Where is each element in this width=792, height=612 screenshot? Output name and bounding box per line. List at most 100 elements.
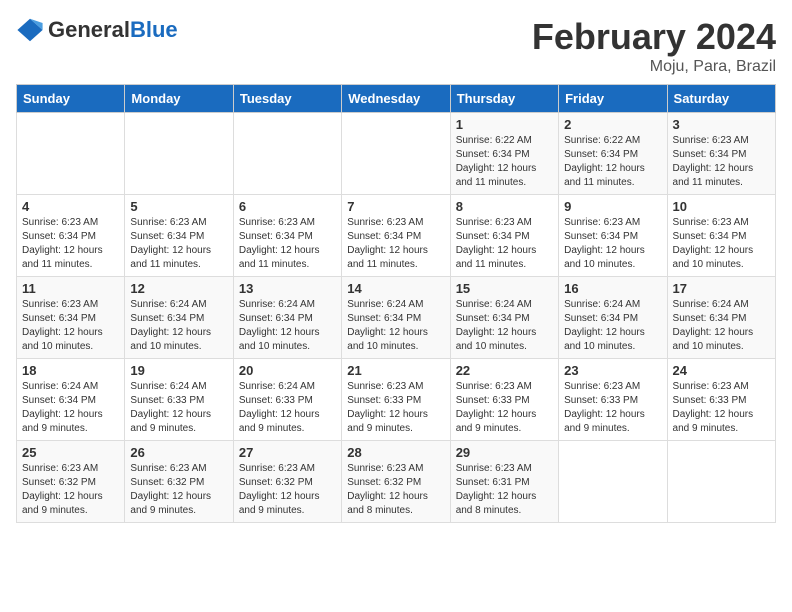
calendar-cell: 27 Sunrise: 6:23 AM Sunset: 6:32 PM Dayli… xyxy=(233,441,341,523)
day-info: Sunrise: 6:24 AM Sunset: 6:33 PM Dayligh… xyxy=(130,380,227,436)
calendar-cell xyxy=(17,113,125,195)
day-info: Sunrise: 6:23 AM Sunset: 6:34 PM Dayligh… xyxy=(130,216,227,272)
day-number: 4 xyxy=(22,199,119,214)
day-info: Sunrise: 6:22 AM Sunset: 6:34 PM Dayligh… xyxy=(564,134,661,190)
calendar-cell: 12Sunrise: 6:24 AM Sunset: 6:34 PM Dayli… xyxy=(125,277,233,359)
day-info: Sunrise: 6:24 AM Sunset: 6:34 PM Dayligh… xyxy=(130,298,227,354)
calendar-cell: 1 Sunrise: 6:22 AM Sunset: 6:34 PM Daylig… xyxy=(450,113,558,195)
day-number: 29 xyxy=(456,445,553,460)
month-year-title: February 2024 xyxy=(532,16,776,58)
day-number: 10 xyxy=(673,199,770,214)
calendar-cell: 29Sunrise: 6:23 AM Sunset: 6:31 PM Dayli… xyxy=(450,441,558,523)
day-info: Sunrise: 6:23 AM Sunset: 6:34 PM Dayligh… xyxy=(564,216,661,272)
day-number: 21 xyxy=(347,363,444,378)
calendar-cell: 21 Sunrise: 6:23 AM Sunset: 6:33 PM Dayli… xyxy=(342,359,450,441)
week-row-1: 1 Sunrise: 6:22 AM Sunset: 6:34 PM Daylig… xyxy=(17,113,776,195)
day-number: 15 xyxy=(456,281,553,296)
day-number: 2 xyxy=(564,117,661,132)
logo-icon xyxy=(16,16,44,44)
day-info: Sunrise: 6:23 AM Sunset: 6:34 PM Dayligh… xyxy=(22,298,119,354)
day-number: 22 xyxy=(456,363,553,378)
day-number: 7 xyxy=(347,199,444,214)
calendar-cell: 18 Sunrise: 6:24 AM Sunset: 6:34 PM Dayli… xyxy=(17,359,125,441)
calendar-cell: 2 Sunrise: 6:22 AM Sunset: 6:34 PM Daylig… xyxy=(559,113,667,195)
day-info: Sunrise: 6:23 AM Sunset: 6:34 PM Dayligh… xyxy=(673,216,770,272)
day-info: Sunrise: 6:24 AM Sunset: 6:34 PM Dayligh… xyxy=(673,298,770,354)
day-number: 11 xyxy=(22,281,119,296)
title-area: February 2024 Moju, Para, Brazil xyxy=(532,16,776,76)
day-header-monday: Monday xyxy=(125,85,233,113)
day-info: Sunrise: 6:23 AM Sunset: 6:33 PM Dayligh… xyxy=(347,380,444,436)
day-header-friday: Friday xyxy=(559,85,667,113)
calendar-cell: 19 Sunrise: 6:24 AM Sunset: 6:33 PM Dayli… xyxy=(125,359,233,441)
day-header-saturday: Saturday xyxy=(667,85,775,113)
day-info: Sunrise: 6:24 AM Sunset: 6:34 PM Dayligh… xyxy=(456,298,553,354)
day-header-tuesday: Tuesday xyxy=(233,85,341,113)
calendar-cell: 3Sunrise: 6:23 AM Sunset: 6:34 PM Daylig… xyxy=(667,113,775,195)
calendar-cell: 16Sunrise: 6:24 AM Sunset: 6:34 PM Dayli… xyxy=(559,277,667,359)
day-header-sunday: Sunday xyxy=(17,85,125,113)
calendar-cell: 25 Sunrise: 6:23 AM Sunset: 6:32 PM Dayli… xyxy=(17,441,125,523)
day-number: 18 xyxy=(22,363,119,378)
day-number: 23 xyxy=(564,363,661,378)
day-info: Sunrise: 6:24 AM Sunset: 6:34 PM Dayligh… xyxy=(239,298,336,354)
day-header-thursday: Thursday xyxy=(450,85,558,113)
day-info: Sunrise: 6:23 AM Sunset: 6:34 PM Dayligh… xyxy=(347,216,444,272)
day-info: Sunrise: 6:23 AM Sunset: 6:32 PM Dayligh… xyxy=(347,462,444,518)
calendar-cell xyxy=(559,441,667,523)
calendar-cell: 8 Sunrise: 6:23 AM Sunset: 6:34 PM Daylig… xyxy=(450,195,558,277)
day-info: Sunrise: 6:23 AM Sunset: 6:33 PM Dayligh… xyxy=(673,380,770,436)
calendar-cell: 15 Sunrise: 6:24 AM Sunset: 6:34 PM Dayli… xyxy=(450,277,558,359)
week-row-5: 25 Sunrise: 6:23 AM Sunset: 6:32 PM Dayli… xyxy=(17,441,776,523)
day-number: 17 xyxy=(673,281,770,296)
day-number: 9 xyxy=(564,199,661,214)
day-info: Sunrise: 6:23 AM Sunset: 6:33 PM Dayligh… xyxy=(456,380,553,436)
day-info: Sunrise: 6:23 AM Sunset: 6:32 PM Dayligh… xyxy=(22,462,119,518)
day-header-wednesday: Wednesday xyxy=(342,85,450,113)
calendar-cell xyxy=(233,113,341,195)
day-number: 19 xyxy=(130,363,227,378)
day-number: 13 xyxy=(239,281,336,296)
day-number: 14 xyxy=(347,281,444,296)
day-number: 8 xyxy=(456,199,553,214)
week-row-3: 11 Sunrise: 6:23 AM Sunset: 6:34 PM Dayli… xyxy=(17,277,776,359)
day-info: Sunrise: 6:22 AM Sunset: 6:34 PM Dayligh… xyxy=(456,134,553,190)
day-number: 1 xyxy=(456,117,553,132)
calendar-cell: 14 Sunrise: 6:24 AM Sunset: 6:34 PM Dayli… xyxy=(342,277,450,359)
day-info: Sunrise: 6:24 AM Sunset: 6:34 PM Dayligh… xyxy=(22,380,119,436)
calendar-cell: 13 Sunrise: 6:24 AM Sunset: 6:34 PM Dayli… xyxy=(233,277,341,359)
logo-blue-text: Blue xyxy=(130,17,178,42)
header: GeneralBlue February 2024 Moju, Para, Br… xyxy=(16,16,776,76)
calendar-table: SundayMondayTuesdayWednesdayThursdayFrid… xyxy=(16,84,776,523)
day-info: Sunrise: 6:23 AM Sunset: 6:32 PM Dayligh… xyxy=(239,462,336,518)
day-number: 5 xyxy=(130,199,227,214)
day-number: 6 xyxy=(239,199,336,214)
week-row-4: 18 Sunrise: 6:24 AM Sunset: 6:34 PM Dayli… xyxy=(17,359,776,441)
logo: GeneralBlue xyxy=(16,16,178,44)
calendar-cell: 22 Sunrise: 6:23 AM Sunset: 6:33 PM Dayli… xyxy=(450,359,558,441)
day-info: Sunrise: 6:23 AM Sunset: 6:34 PM Dayligh… xyxy=(22,216,119,272)
calendar-cell: 10 Sunrise: 6:23 AM Sunset: 6:34 PM Dayli… xyxy=(667,195,775,277)
day-info: Sunrise: 6:24 AM Sunset: 6:33 PM Dayligh… xyxy=(239,380,336,436)
calendar-cell: 26Sunrise: 6:23 AM Sunset: 6:32 PM Dayli… xyxy=(125,441,233,523)
day-info: Sunrise: 6:23 AM Sunset: 6:34 PM Dayligh… xyxy=(456,216,553,272)
day-info: Sunrise: 6:23 AM Sunset: 6:34 PM Dayligh… xyxy=(239,216,336,272)
calendar-cell xyxy=(667,441,775,523)
calendar-cell: 17 Sunrise: 6:24 AM Sunset: 6:34 PM Dayli… xyxy=(667,277,775,359)
calendar-cell: 24 Sunrise: 6:23 AM Sunset: 6:33 PM Dayli… xyxy=(667,359,775,441)
day-number: 27 xyxy=(239,445,336,460)
day-number: 26 xyxy=(130,445,227,460)
calendar-cell: 5 Sunrise: 6:23 AM Sunset: 6:34 PM Daylig… xyxy=(125,195,233,277)
calendar-cell: 4 Sunrise: 6:23 AM Sunset: 6:34 PM Daylig… xyxy=(17,195,125,277)
calendar-cell: 6 Sunrise: 6:23 AM Sunset: 6:34 PM Daylig… xyxy=(233,195,341,277)
day-number: 25 xyxy=(22,445,119,460)
calendar-cell: 7 Sunrise: 6:23 AM Sunset: 6:34 PM Daylig… xyxy=(342,195,450,277)
calendar-cell: 28Sunrise: 6:23 AM Sunset: 6:32 PM Dayli… xyxy=(342,441,450,523)
day-number: 24 xyxy=(673,363,770,378)
logo-general-text: General xyxy=(48,17,130,42)
day-info: Sunrise: 6:23 AM Sunset: 6:33 PM Dayligh… xyxy=(564,380,661,436)
day-info: Sunrise: 6:24 AM Sunset: 6:34 PM Dayligh… xyxy=(347,298,444,354)
calendar-cell: 20Sunrise: 6:24 AM Sunset: 6:33 PM Dayli… xyxy=(233,359,341,441)
week-row-2: 4 Sunrise: 6:23 AM Sunset: 6:34 PM Daylig… xyxy=(17,195,776,277)
days-header-row: SundayMondayTuesdayWednesdayThursdayFrid… xyxy=(17,85,776,113)
